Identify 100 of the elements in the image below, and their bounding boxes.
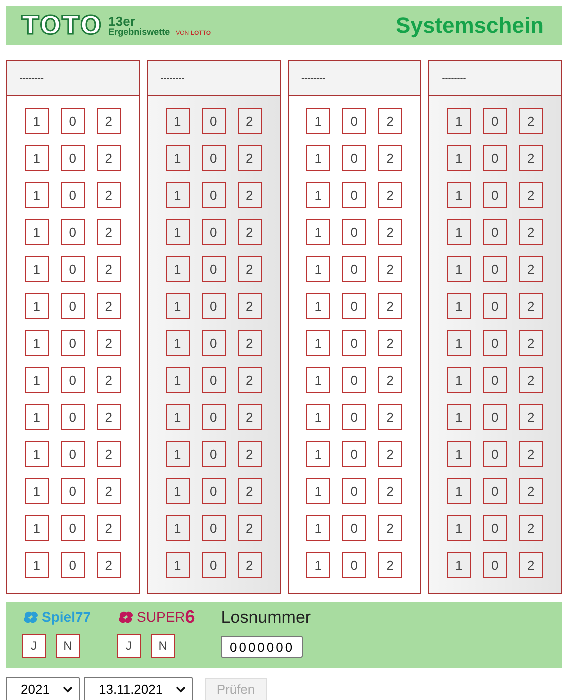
tip-option[interactable]: 0: [202, 182, 226, 208]
tip-option[interactable]: 2: [378, 145, 402, 171]
tip-option[interactable]: 0: [202, 108, 226, 134]
tip-option[interactable]: 0: [60, 330, 85, 356]
tip-option[interactable]: 1: [447, 367, 472, 393]
tip-option[interactable]: 1: [306, 293, 330, 319]
tip-option[interactable]: 0: [60, 515, 85, 541]
tip-option[interactable]: 2: [378, 441, 402, 467]
tip-option[interactable]: 1: [166, 441, 190, 467]
tip-option[interactable]: 2: [519, 515, 544, 541]
tip-option[interactable]: 0: [202, 330, 226, 356]
tip-option[interactable]: 1: [166, 219, 190, 245]
choice-option[interactable]: J: [22, 634, 46, 658]
tip-option[interactable]: 1: [24, 145, 49, 171]
tip-option[interactable]: 1: [24, 441, 49, 467]
tip-option[interactable]: 1: [447, 145, 472, 171]
tip-option[interactable]: 1: [166, 330, 190, 356]
tip-option[interactable]: 2: [519, 552, 544, 578]
tip-option[interactable]: 0: [342, 330, 366, 356]
tip-option[interactable]: 1: [306, 256, 330, 282]
tip-option[interactable]: 1: [447, 330, 472, 356]
tip-option[interactable]: 2: [96, 145, 121, 171]
tip-option[interactable]: 2: [378, 478, 402, 504]
tip-option[interactable]: 1: [166, 515, 190, 541]
tip-option[interactable]: 0: [342, 404, 366, 430]
tip-option[interactable]: 2: [519, 108, 544, 134]
tip-option[interactable]: 1: [306, 108, 330, 134]
tip-option[interactable]: 2: [238, 478, 262, 504]
tip-option[interactable]: 0: [483, 404, 508, 430]
tip-option[interactable]: 2: [96, 404, 121, 430]
tip-option[interactable]: 0: [202, 219, 226, 245]
tip-option[interactable]: 0: [202, 441, 226, 467]
tip-option[interactable]: 0: [483, 145, 508, 171]
tip-option[interactable]: 1: [306, 367, 330, 393]
tip-option[interactable]: 2: [519, 256, 544, 282]
tip-option[interactable]: 1: [447, 293, 472, 319]
tip-option[interactable]: 2: [238, 108, 262, 134]
tip-option[interactable]: 2: [378, 367, 402, 393]
tip-option[interactable]: 2: [238, 219, 262, 245]
tip-option[interactable]: 2: [378, 182, 402, 208]
tip-option[interactable]: 2: [96, 256, 121, 282]
tip-option[interactable]: 2: [519, 182, 544, 208]
tip-option[interactable]: 2: [378, 293, 402, 319]
tip-option[interactable]: 0: [483, 515, 508, 541]
tip-option[interactable]: 1: [166, 145, 190, 171]
tip-option[interactable]: 1: [306, 552, 330, 578]
tip-option[interactable]: 0: [202, 515, 226, 541]
tip-option[interactable]: 0: [342, 293, 366, 319]
tip-option[interactable]: 1: [306, 441, 330, 467]
choice-option[interactable]: N: [56, 634, 80, 658]
tip-option[interactable]: 1: [447, 441, 472, 467]
tip-option[interactable]: 2: [238, 552, 262, 578]
tip-option[interactable]: 2: [519, 219, 544, 245]
year-select[interactable]: 2021: [6, 677, 80, 700]
tip-option[interactable]: 1: [24, 367, 49, 393]
tip-option[interactable]: 1: [166, 478, 190, 504]
tip-option[interactable]: 1: [447, 219, 472, 245]
tip-option[interactable]: 0: [342, 256, 366, 282]
tip-option[interactable]: 1: [166, 293, 190, 319]
tip-option[interactable]: 0: [342, 182, 366, 208]
tip-option[interactable]: 2: [238, 441, 262, 467]
tip-option[interactable]: 2: [96, 478, 121, 504]
tip-option[interactable]: 1: [306, 330, 330, 356]
tip-option[interactable]: 1: [447, 552, 472, 578]
tip-option[interactable]: 0: [60, 219, 85, 245]
tip-option[interactable]: 2: [519, 330, 544, 356]
tip-option[interactable]: 2: [378, 552, 402, 578]
tip-option[interactable]: 2: [519, 478, 544, 504]
tip-option[interactable]: 0: [483, 367, 508, 393]
tip-option[interactable]: 1: [24, 108, 49, 134]
tip-option[interactable]: 0: [60, 367, 85, 393]
tip-option[interactable]: 0: [483, 552, 508, 578]
tip-option[interactable]: 0: [60, 552, 85, 578]
tip-option[interactable]: 0: [483, 219, 508, 245]
tip-option[interactable]: 0: [483, 293, 508, 319]
tip-option[interactable]: 2: [378, 256, 402, 282]
tip-option[interactable]: 1: [24, 478, 49, 504]
tip-option[interactable]: 0: [483, 256, 508, 282]
tip-option[interactable]: 0: [202, 478, 226, 504]
date-select[interactable]: 13.11.2021: [84, 677, 193, 700]
tip-option[interactable]: 2: [238, 293, 262, 319]
tip-option[interactable]: 0: [342, 145, 366, 171]
tip-option[interactable]: 2: [519, 404, 544, 430]
tip-option[interactable]: 2: [96, 108, 121, 134]
tip-option[interactable]: 0: [483, 441, 508, 467]
tip-option[interactable]: 0: [202, 552, 226, 578]
tip-option[interactable]: 0: [202, 367, 226, 393]
tip-option[interactable]: 1: [166, 256, 190, 282]
tip-option[interactable]: 2: [238, 330, 262, 356]
tip-option[interactable]: 1: [447, 256, 472, 282]
tip-option[interactable]: 0: [60, 441, 85, 467]
tip-option[interactable]: 2: [96, 293, 121, 319]
tip-option[interactable]: 2: [96, 182, 121, 208]
tip-option[interactable]: 0: [202, 404, 226, 430]
tip-option[interactable]: 0: [60, 145, 85, 171]
tip-option[interactable]: 0: [60, 256, 85, 282]
tip-option[interactable]: 1: [24, 515, 49, 541]
tip-option[interactable]: 0: [342, 219, 366, 245]
tip-option[interactable]: 1: [24, 404, 49, 430]
tip-option[interactable]: 2: [238, 515, 262, 541]
